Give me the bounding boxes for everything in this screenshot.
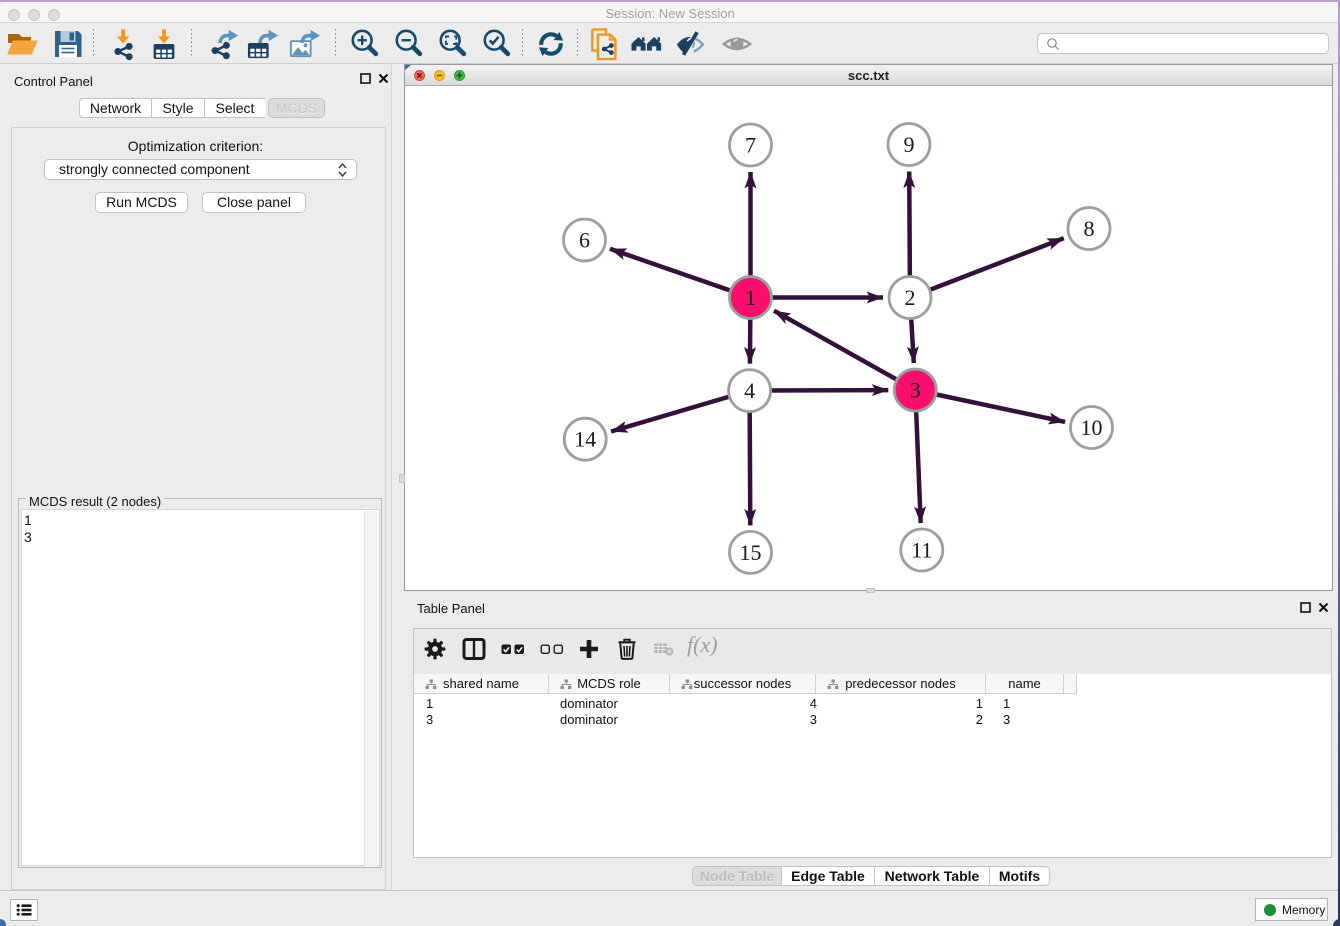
svg-text:9: 9 [904, 132, 915, 157]
svg-text:1: 1 [745, 285, 756, 310]
svg-text:15: 15 [740, 540, 762, 565]
svg-text:7: 7 [745, 133, 756, 158]
svg-text:2: 2 [905, 285, 916, 310]
svg-text:3: 3 [910, 378, 921, 403]
svg-text:4: 4 [744, 378, 755, 403]
svg-text:10: 10 [1081, 415, 1103, 440]
svg-text:8: 8 [1084, 216, 1095, 241]
svg-text:6: 6 [579, 228, 590, 253]
svg-text:14: 14 [574, 427, 596, 452]
svg-text:11: 11 [911, 538, 932, 563]
